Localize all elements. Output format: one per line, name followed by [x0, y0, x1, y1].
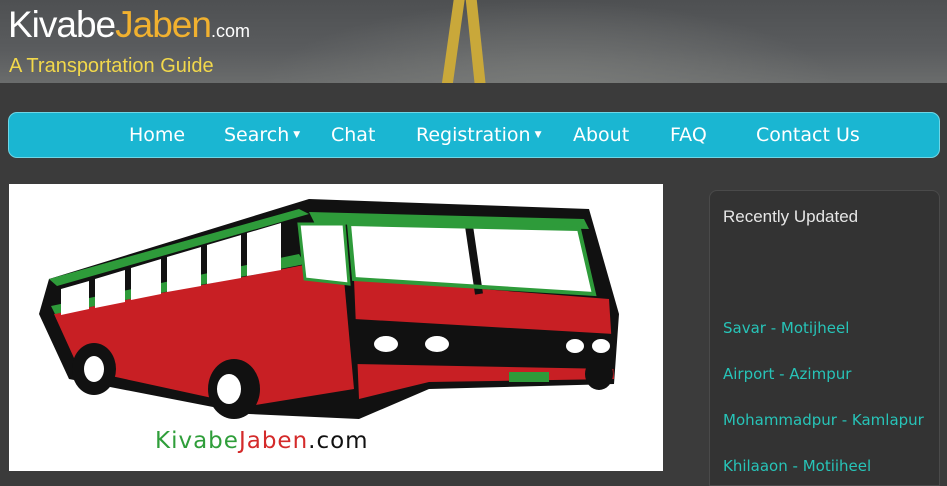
- hero-brand-part3: .com: [308, 428, 369, 454]
- nav-faq[interactable]: FAQ: [670, 124, 707, 146]
- sidebar-title: Recently Updated: [723, 207, 859, 226]
- logo-text-part1: Kivabe: [8, 4, 116, 45]
- nav-registration-label: Registration: [416, 124, 531, 146]
- chevron-down-icon: ▼: [293, 130, 301, 140]
- hero-brand-part2: Jaben: [238, 428, 309, 454]
- site-tagline: A Transportation Guide: [9, 55, 214, 77]
- nav-home-label: Home: [129, 124, 186, 146]
- route-link[interactable]: Khilaaon - Motiiheel: [723, 457, 871, 475]
- route-link[interactable]: Savar - Motijheel: [723, 319, 849, 337]
- hero-brand-part1: Kivabe: [155, 428, 239, 454]
- logo-text-part2: Jaben: [115, 4, 212, 45]
- nav-search[interactable]: Search ▼: [224, 124, 300, 146]
- header-road-photo: [250, 0, 850, 83]
- nav-about[interactable]: About: [573, 124, 629, 146]
- nav-contact-us[interactable]: Contact Us: [756, 124, 860, 146]
- bus-illustration: [39, 199, 639, 419]
- nav-faq-label: FAQ: [670, 124, 707, 146]
- route-link[interactable]: Airport - Azimpur: [723, 365, 851, 383]
- site-logo[interactable]: KivabeJaben.com: [8, 4, 250, 46]
- hero-brand-text: KivabeJaben.com: [155, 428, 369, 454]
- nav-chat-label: Chat: [331, 124, 376, 146]
- nav-registration[interactable]: Registration ▼: [416, 124, 542, 146]
- recently-updated-panel: Recently Updated Savar - Motijheel Airpo…: [709, 190, 940, 486]
- logo-text-suffix: .com: [210, 21, 250, 41]
- chevron-down-icon: ▼: [534, 130, 542, 140]
- site-header: KivabeJaben.com A Transportation Guide: [0, 0, 947, 83]
- main-nav: Home Search ▼ Chat Registration ▼ About FA…: [8, 112, 940, 158]
- hero-image: KivabeJaben.com: [9, 184, 663, 471]
- nav-search-label: Search: [224, 124, 290, 146]
- nav-contact-label: Contact Us: [756, 124, 860, 146]
- nav-home[interactable]: Home: [129, 124, 185, 146]
- route-link[interactable]: Mohammadpur - Kamlapur: [723, 411, 924, 429]
- nav-about-label: About: [573, 124, 630, 146]
- nav-chat[interactable]: Chat: [331, 124, 375, 146]
